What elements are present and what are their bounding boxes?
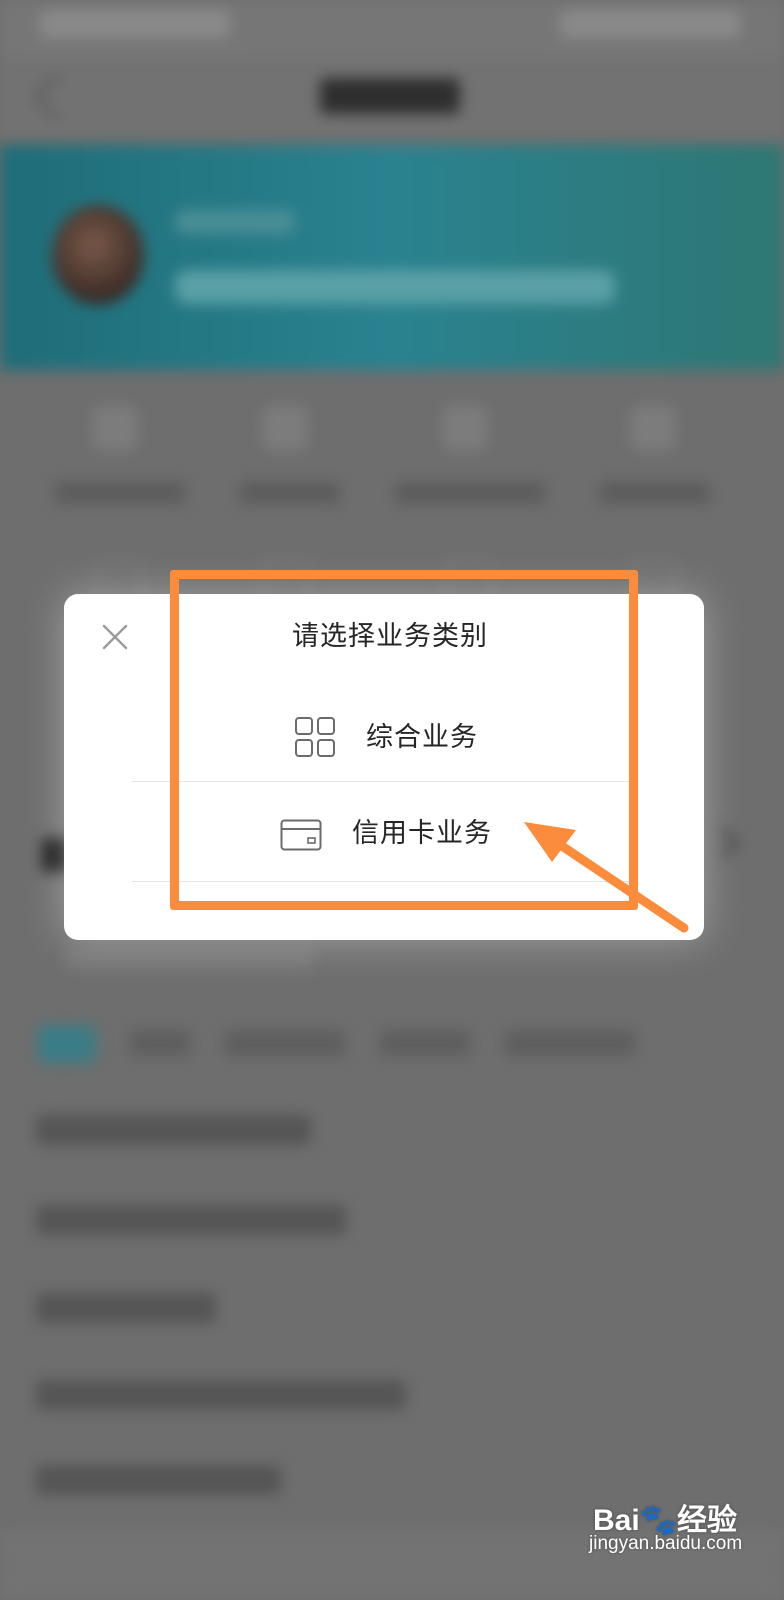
status-right [560,10,740,38]
tab-active [38,1025,96,1063]
baidu-jingyan-watermark: Bai🐾经验 jingyan.baidu.com [585,1495,775,1590]
chevron-right-icon [707,827,739,859]
list-item [36,1465,281,1495]
service-label [240,482,340,504]
watermark-url: jingyan.baidu.com [589,1533,743,1554]
tab [380,1030,470,1056]
tab [505,1030,635,1056]
service-icon [630,405,676,451]
banner-subtext [175,270,615,304]
page-title [320,78,460,114]
service-icon [262,405,308,451]
service-label [600,482,710,504]
service-icon [442,405,488,451]
list-item [36,1293,216,1323]
tab [130,1030,190,1056]
annotation-arrow-icon [524,822,689,933]
service-label [55,482,185,504]
list-item [36,1205,346,1235]
tab [225,1030,345,1056]
avatar [52,205,144,305]
status-bar [0,0,784,60]
search-placeholder [65,945,315,971]
list-item [36,1115,311,1145]
banner-text [175,210,295,234]
service-label [395,482,545,504]
list-item [36,1380,406,1410]
service-icon [92,405,138,451]
status-left [40,10,230,38]
